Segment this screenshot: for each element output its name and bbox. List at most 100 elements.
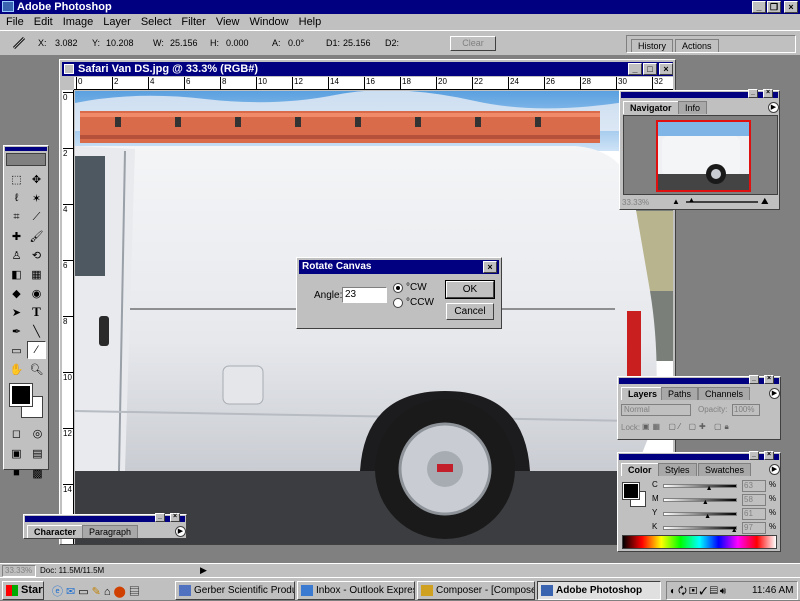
taskbar-gerber[interactable]: Gerber Scientific Product... — [175, 581, 295, 600]
color-slider-thumb[interactable]: ▲ — [731, 527, 738, 534]
magic-wand-tool-icon[interactable]: ✶ — [27, 189, 46, 207]
move-tool-icon[interactable]: ✥ — [27, 170, 46, 188]
status-zoom[interactable]: 33.33% — [2, 565, 36, 577]
slice-tool-icon[interactable]: ⟋ — [27, 208, 46, 226]
ie-icon[interactable]: ⓔ — [52, 586, 66, 598]
color-channel-slider[interactable] — [663, 498, 737, 502]
navigator-zoom-value[interactable]: 33.33% — [622, 198, 649, 207]
tab-navigator[interactable]: Navigator — [623, 101, 679, 114]
restore-button[interactable]: ❐ — [767, 1, 781, 13]
blur-tool-icon[interactable]: ◆ — [7, 284, 26, 302]
lasso-tool-icon[interactable]: ℓ — [7, 189, 26, 207]
status-menu-arrow-icon[interactable]: ▶ — [200, 565, 207, 576]
close-button[interactable]: × — [784, 1, 798, 13]
doc-maximize-button[interactable]: □ — [643, 63, 657, 75]
menu-help[interactable]: Help — [294, 16, 327, 28]
dodge-tool-icon[interactable]: ◉ — [27, 284, 46, 302]
clone-stamp-tool-icon[interactable]: ♙ — [7, 246, 26, 264]
minimize-button[interactable]: _ — [752, 1, 766, 13]
navigator-zoom-slider[interactable]: ▲ — [686, 197, 758, 204]
tab-channels[interactable]: Channels — [698, 387, 751, 400]
foreground-color-swatch[interactable] — [9, 383, 33, 407]
color-channel-slider[interactable] — [663, 484, 737, 488]
jump-to-imageready-icon[interactable]: ▩ — [28, 464, 47, 482]
color-channel-slider[interactable] — [663, 526, 737, 530]
show-desktop-icon[interactable]: ▭ — [78, 586, 91, 598]
notes-tool-icon[interactable]: ▭ — [7, 341, 26, 359]
color-minimize-button[interactable]: _ — [749, 451, 759, 460]
quick-icon-6[interactable]: ⬤ — [114, 586, 129, 598]
blend-mode-select[interactable]: Normal — [621, 404, 691, 416]
menu-file[interactable]: File — [1, 16, 29, 28]
menu-filter[interactable]: Filter — [176, 16, 210, 28]
color-slider-thumb[interactable]: ▲ — [704, 513, 711, 520]
tab-paths[interactable]: Paths — [661, 387, 699, 400]
quick-mask-mode-icon[interactable]: ◎ — [28, 424, 47, 442]
quick-icon-4[interactable]: ✎ — [92, 586, 104, 598]
layers-menu-arrow-icon[interactable]: ▶ — [769, 388, 780, 399]
color-channel-value[interactable]: 63 — [742, 480, 766, 492]
color-slider-thumb[interactable]: ▲ — [702, 499, 709, 506]
zoom-in-icon[interactable]: ⛰ — [761, 196, 769, 207]
taskbar-composer[interactable]: Composer - [Composer2 *] — [417, 581, 535, 600]
ok-button[interactable]: OK — [445, 280, 495, 299]
menu-layer[interactable]: Layer — [98, 16, 136, 28]
color-channel-value[interactable]: 97 — [742, 522, 766, 534]
tab-paragraph[interactable]: Paragraph — [82, 525, 139, 538]
menu-view[interactable]: View — [211, 16, 245, 28]
healing-brush-tool-icon[interactable]: ✚ — [7, 227, 26, 245]
marquee-tool-icon[interactable]: ⬚ — [7, 170, 26, 188]
standard-screen-icon[interactable]: ▣ — [7, 444, 26, 462]
tab-character[interactable]: Character — [27, 525, 84, 538]
full-screen-icon[interactable]: ■ — [7, 464, 26, 482]
tab-styles[interactable]: Styles — [658, 463, 697, 476]
quick-icon-7[interactable]: ▤ — [129, 586, 143, 598]
zoom-slider-thumb[interactable]: ▲ — [688, 197, 695, 204]
eraser-tool-icon[interactable]: ◧ — [7, 265, 26, 283]
history-brush-tool-icon[interactable]: ⟲ — [27, 246, 46, 264]
color-channel-slider[interactable] — [663, 512, 737, 516]
quick-icon-5[interactable]: ⌂ — [104, 586, 114, 598]
crop-tool-icon[interactable]: ⌗ — [7, 208, 26, 226]
tab-info[interactable]: Info — [678, 101, 708, 114]
full-screen-menu-icon[interactable]: ▤ — [28, 444, 47, 462]
eyedropper-tool-icon[interactable]: ⁄ — [27, 341, 46, 359]
taskbar-photoshop[interactable]: Adobe Photoshop — [537, 581, 661, 600]
ccw-radio[interactable] — [393, 298, 403, 308]
navigator-view-box[interactable] — [656, 120, 751, 192]
dialog-close-button[interactable]: × — [483, 261, 497, 273]
color-ramp[interactable] — [622, 535, 777, 549]
angle-input[interactable]: 23 — [342, 287, 387, 303]
zoom-out-icon[interactable]: ▲ — [672, 197, 680, 206]
character-menu-arrow-icon[interactable]: ▶ — [175, 526, 186, 537]
start-button[interactable]: Start — [2, 581, 44, 600]
taskbar-outlook[interactable]: Inbox - Outlook Express — [297, 581, 415, 600]
pen-tool-icon[interactable]: ✒ — [7, 322, 26, 340]
layers-minimize-button[interactable]: _ — [749, 375, 759, 384]
navigator-menu-arrow-icon[interactable]: ▶ — [768, 102, 779, 113]
layers-close-button[interactable]: × — [764, 375, 774, 384]
navigator-minimize-button[interactable]: _ — [748, 89, 758, 98]
color-channel-value[interactable]: 58 — [742, 494, 766, 506]
color-menu-arrow-icon[interactable]: ▶ — [769, 464, 780, 475]
hand-tool-icon[interactable]: ✋ — [7, 360, 26, 378]
tab-color[interactable]: Color — [621, 463, 659, 476]
clear-button[interactable]: Clear — [450, 36, 496, 51]
outlook-icon[interactable]: ✉ — [66, 586, 78, 598]
brush-tool-icon[interactable]: 🖌 — [27, 227, 46, 245]
doc-minimize-button[interactable]: _ — [628, 63, 642, 75]
character-close-button[interactable]: × — [170, 513, 180, 522]
path-selection-tool-icon[interactable]: ➤ — [7, 303, 26, 321]
color-slider-thumb[interactable]: ▲ — [706, 485, 713, 492]
cancel-button[interactable]: Cancel — [446, 303, 494, 320]
navigator-preview[interactable] — [623, 115, 778, 195]
color-close-button[interactable]: × — [764, 451, 774, 460]
menu-select[interactable]: Select — [136, 16, 177, 28]
standard-mode-icon[interactable]: ◻ — [7, 424, 26, 442]
menu-image[interactable]: Image — [58, 16, 99, 28]
opacity-input[interactable]: 100% — [732, 404, 760, 416]
tab-actions[interactable]: Actions — [675, 39, 719, 52]
gradient-tool-icon[interactable]: ▦ — [27, 265, 46, 283]
menu-window[interactable]: Window — [245, 16, 294, 28]
character-minimize-button[interactable]: _ — [155, 513, 165, 522]
